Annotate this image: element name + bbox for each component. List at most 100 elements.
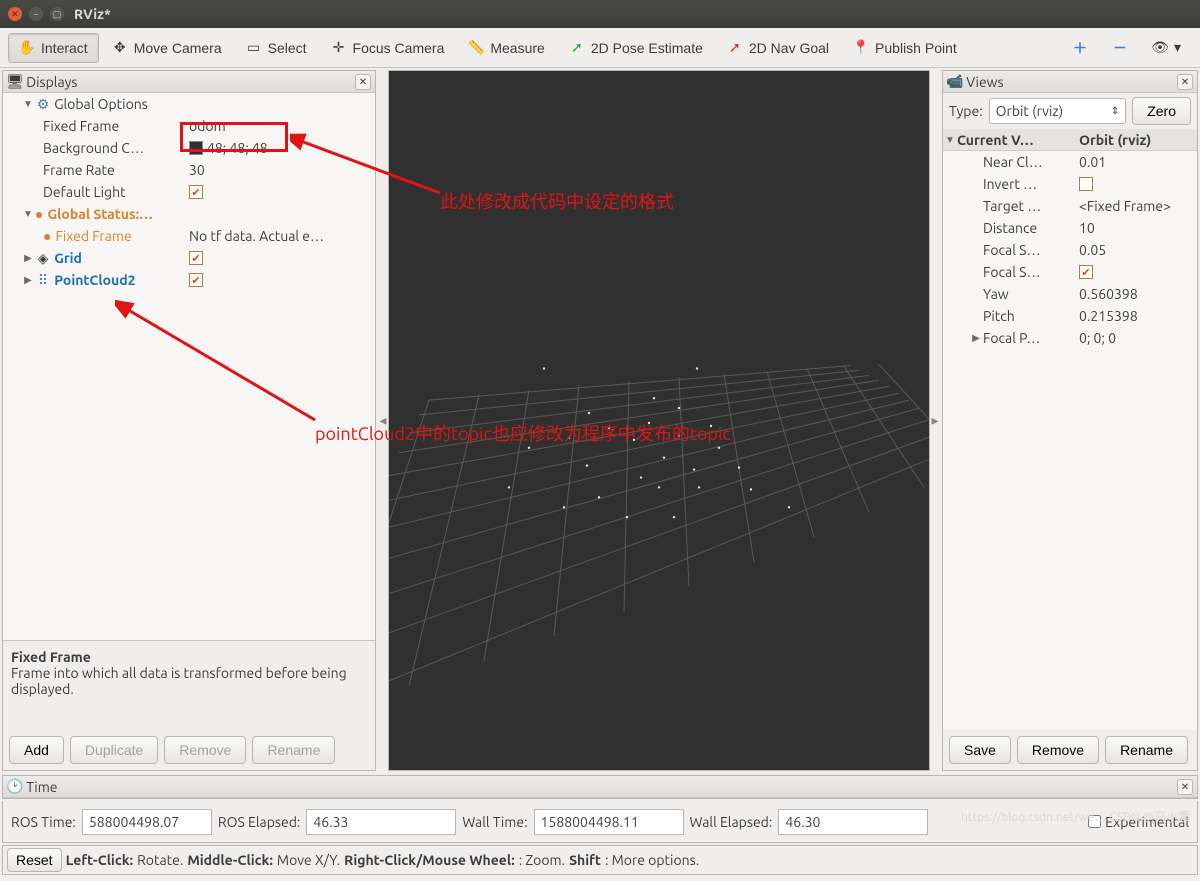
gear-icon: ⚙ bbox=[35, 96, 51, 112]
focal-point-value[interactable]: 0; 0; 0 bbox=[1077, 330, 1197, 346]
current-view-value: Orbit (rviz) bbox=[1077, 132, 1197, 148]
nav-goal-button[interactable]: ➚2D Nav Goal bbox=[716, 33, 840, 63]
save-view-button[interactable]: Save bbox=[949, 736, 1011, 764]
pose-estimate-button[interactable]: ➚2D Pose Estimate bbox=[558, 33, 714, 63]
collapse-right-button[interactable]: ▸ bbox=[930, 386, 940, 456]
window-buttons: ✕ – ▢ bbox=[8, 7, 64, 21]
global-options-label: Global Options bbox=[54, 96, 148, 112]
frame-rate-value[interactable]: 30 bbox=[187, 162, 375, 178]
focal-shape-fixed-row[interactable]: Focal S… bbox=[943, 261, 1197, 283]
pointcloud2-checkbox[interactable] bbox=[189, 273, 203, 287]
measure-button[interactable]: 📏Measure bbox=[457, 33, 555, 63]
status-right-val: : Zoom. bbox=[519, 852, 565, 868]
maximize-icon[interactable]: ▢ bbox=[50, 7, 64, 21]
views-tree[interactable]: ▼Current V…Orbit (rviz) Near Cl… 0.01 Inv… bbox=[943, 129, 1197, 730]
default-light-row[interactable]: Default Light bbox=[3, 181, 375, 203]
status-fixed-frame-row[interactable]: Fixed FrameNo tf data. Actual e… bbox=[3, 225, 375, 247]
ros-time-input[interactable]: 588004498.07 bbox=[82, 809, 212, 835]
minimize-icon[interactable]: – bbox=[29, 7, 43, 21]
focal-point-row[interactable]: ▶Focal P…0; 0; 0 bbox=[943, 327, 1197, 349]
invert-z-row[interactable]: Invert … bbox=[943, 173, 1197, 195]
displays-buttons: Add Duplicate Remove Rename bbox=[3, 730, 375, 770]
status-middle-label: Middle-Click: bbox=[187, 852, 273, 868]
near-clip-row[interactable]: Near Cl… 0.01 bbox=[943, 151, 1197, 173]
ros-time-label: ROS Time: bbox=[11, 814, 76, 830]
focus-camera-button[interactable]: ✛Focus Camera bbox=[320, 33, 456, 63]
displays-title: Displays bbox=[26, 74, 77, 90]
grid-render bbox=[389, 71, 929, 770]
views-title: Views bbox=[966, 74, 1003, 90]
3d-viewport[interactable] bbox=[388, 70, 930, 771]
grid-checkbox[interactable] bbox=[189, 251, 203, 265]
frame-rate-row[interactable]: Frame Rate 30 bbox=[3, 159, 375, 181]
bg-color-value: 48; 48; 48 bbox=[207, 140, 268, 156]
collapse-left-button[interactable]: ◂ bbox=[378, 386, 388, 456]
global-status-row[interactable]: ▼Global Status:… bbox=[3, 203, 375, 225]
view-type-row: Type: Orbit (rviz)⇕ Zero bbox=[943, 93, 1197, 129]
close-time-button[interactable]: ✕ bbox=[1177, 779, 1193, 795]
reset-button[interactable]: Reset bbox=[7, 848, 62, 872]
yaw-value[interactable]: 0.560398 bbox=[1077, 286, 1197, 302]
interact-button[interactable]: ✋Interact bbox=[8, 33, 99, 63]
pointcloud2-row[interactable]: ▶⠿ PointCloud2 bbox=[3, 269, 375, 291]
pointcloud-icon: ⠿ bbox=[35, 272, 51, 288]
near-clip-value[interactable]: 0.01 bbox=[1077, 154, 1197, 170]
invert-z-checkbox[interactable] bbox=[1079, 177, 1093, 191]
pointcloud2-label: PointCloud2 bbox=[54, 272, 135, 288]
status-shift-val: : More options. bbox=[605, 852, 699, 868]
pitch-row[interactable]: Pitch0.215398 bbox=[943, 305, 1197, 327]
yaw-row[interactable]: Yaw0.560398 bbox=[943, 283, 1197, 305]
remove-view-button[interactable]: Remove bbox=[1017, 736, 1099, 764]
remove-button[interactable]: Remove bbox=[164, 736, 246, 764]
background-color-row[interactable]: Background C…48; 48; 48 bbox=[3, 137, 375, 159]
wall-time-input[interactable]: 1588004498.11 bbox=[534, 809, 684, 835]
remove-display-button[interactable]: － bbox=[1101, 33, 1139, 63]
status-left-val: Rotate. bbox=[137, 852, 183, 868]
grid-label: Grid bbox=[54, 250, 82, 266]
add-button[interactable]: Add bbox=[9, 736, 64, 764]
warning-icon bbox=[43, 228, 55, 244]
ruler-icon: 📏 bbox=[468, 40, 484, 56]
status-shift-label: Shift bbox=[569, 852, 601, 868]
time-title: Time bbox=[26, 779, 57, 795]
duplicate-button[interactable]: Duplicate bbox=[70, 736, 158, 764]
target-frame-row[interactable]: Target …<Fixed Frame> bbox=[943, 195, 1197, 217]
publish-point-button[interactable]: 📍Publish Point bbox=[842, 33, 968, 63]
close-icon[interactable]: ✕ bbox=[8, 7, 22, 21]
wall-elapsed-label: Wall Elapsed: bbox=[690, 814, 773, 830]
zero-button[interactable]: Zero bbox=[1132, 97, 1191, 125]
distance-row[interactable]: Distance 10 bbox=[943, 217, 1197, 239]
select-button[interactable]: ▭Select bbox=[235, 33, 318, 63]
focal-shape-fixed-checkbox[interactable] bbox=[1079, 265, 1093, 279]
rename-view-button[interactable]: Rename bbox=[1105, 736, 1188, 764]
frame-rate-label: Frame Rate bbox=[43, 162, 115, 178]
close-panel-button[interactable]: ✕ bbox=[355, 74, 371, 90]
distance-label: Distance bbox=[983, 220, 1037, 236]
distance-value[interactable]: 10 bbox=[1077, 220, 1197, 236]
move-camera-button[interactable]: ✥Move Camera bbox=[101, 33, 233, 63]
status-middle-val: Move X/Y. bbox=[277, 852, 340, 868]
views-tree-header[interactable]: ▼Current V…Orbit (rviz) bbox=[943, 129, 1197, 151]
ros-elapsed-input[interactable]: 46.33 bbox=[306, 809, 456, 835]
close-views-button[interactable]: ✕ bbox=[1177, 74, 1193, 90]
displays-tree[interactable]: ▼⚙ Global Options Fixed Frameodom Backgr… bbox=[3, 93, 375, 640]
status-ff-value: No tf data. Actual e… bbox=[187, 228, 375, 244]
rename-button[interactable]: Rename bbox=[252, 736, 335, 764]
wall-elapsed-input[interactable]: 46.30 bbox=[778, 809, 928, 835]
focal-shape-size-value[interactable]: 0.05 bbox=[1077, 242, 1197, 258]
move-icon: ✥ bbox=[112, 40, 128, 56]
fixed-frame-row[interactable]: Fixed Frameodom bbox=[3, 115, 375, 137]
view-eye-button[interactable]: 👁▾ bbox=[1141, 33, 1192, 63]
target-frame-value[interactable]: <Fixed Frame> bbox=[1077, 198, 1197, 214]
global-options-row[interactable]: ▼⚙ Global Options bbox=[3, 93, 375, 115]
add-display-button[interactable]: ＋ bbox=[1061, 33, 1099, 63]
focal-shape-size-label: Focal S… bbox=[983, 242, 1041, 258]
pitch-value[interactable]: 0.215398 bbox=[1077, 308, 1197, 324]
default-light-checkbox[interactable] bbox=[189, 185, 203, 199]
focal-shape-size-row[interactable]: Focal S… 0.05 bbox=[943, 239, 1197, 261]
grid-row[interactable]: ▶◈ Grid bbox=[3, 247, 375, 269]
near-clip-label: Near Cl… bbox=[983, 154, 1043, 170]
interact-label: Interact bbox=[41, 40, 88, 56]
view-type-combo[interactable]: Orbit (rviz)⇕ bbox=[989, 98, 1127, 124]
fixed-frame-value[interactable]: odom bbox=[187, 118, 375, 134]
